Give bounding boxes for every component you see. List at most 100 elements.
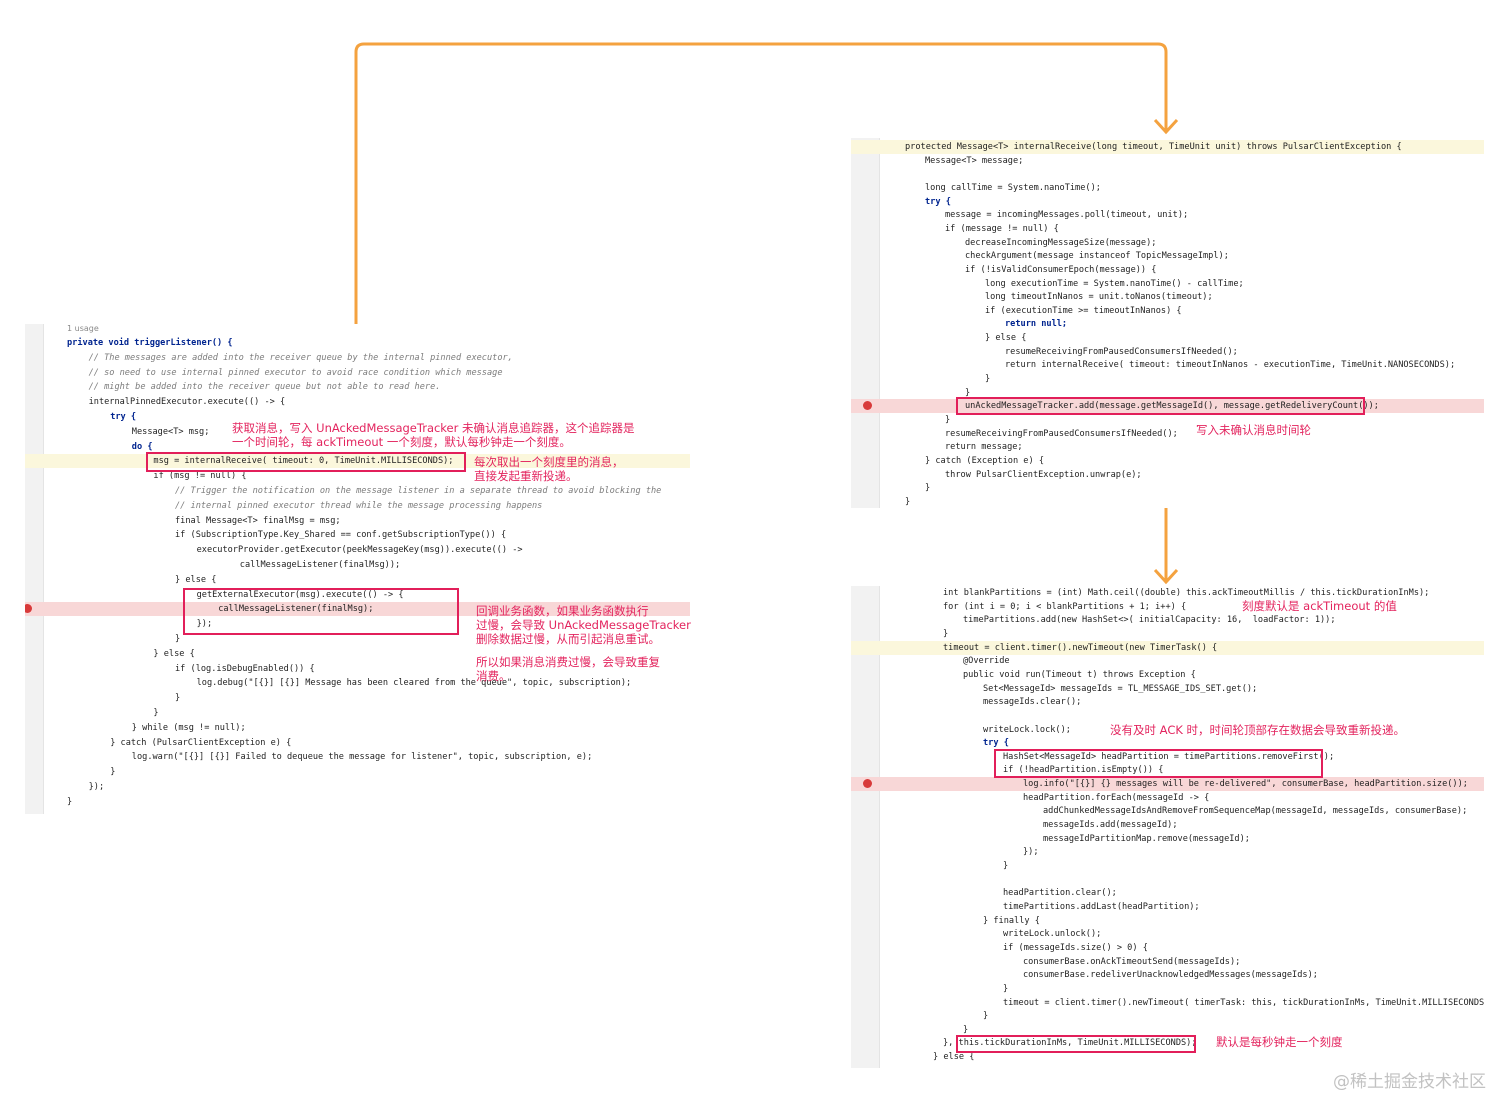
code-line: return internalReceive( timeout: timeout… [851,358,1484,372]
code-line: if (messageIds.size() > 0) { [851,941,1484,955]
breakpoint-icon[interactable] [25,604,32,614]
code-text: } [110,767,116,778]
code-text: messageIds.add(messageId); [1043,820,1178,831]
code-line: if (message != null) { [851,222,1484,236]
box-tick-duration [956,1035,1196,1053]
code-line: } [851,627,1484,641]
code-text: timePartitions.add(new HashSet<>( initia… [963,615,1336,626]
box-head-partition [994,749,1323,778]
code-text: headPartition.forEach(messageId -> { [1023,792,1210,803]
code-line: // The messages are added into the recei… [25,351,690,365]
code-line: private void triggerListener() { [25,336,690,350]
code-line: Set<MessageId> messageIds = TL_MESSAGE_I… [851,682,1484,696]
code-line: } catch (Exception e) { [851,454,1484,468]
breakpoint-icon[interactable] [863,401,872,411]
code-text: } [905,496,911,507]
code-line: // so need to use internal pinned execut… [25,366,690,380]
code-line: } else { [25,573,690,587]
code-line: } [851,481,1484,495]
code-text: Message<T> msg; [131,426,210,437]
code-line: protected Message<T> internalReceive(lon… [851,140,1484,154]
code-text: resumeReceivingFromPausedConsumersIfNeed… [945,428,1178,439]
note-no-ack: 没有及时 ACK 时，时间轮顶部存在数据会导致重新投递。 [1110,723,1406,737]
code-line: } [25,691,690,705]
code-line: } [851,859,1484,873]
code-text: timeout = client.timer().newTimeout(new … [943,642,1218,653]
code-text: consumerBase.onAckTimeoutSend(messageIds… [1023,956,1241,967]
code-text: messageIdPartitionMap.remove(messageId); [1043,833,1250,844]
code-line: } [851,372,1484,386]
code-line: executorProvider.getExecutor(peekMessage… [25,543,690,557]
code-text: if (message != null) { [945,223,1059,234]
code-text: decreaseIncomingMessageSize(message); [965,237,1157,248]
code-text: } else { [175,574,217,585]
code-text: } [1003,983,1009,994]
code-text: private void triggerListener() { [67,338,233,348]
code-text: int blankPartitions = (int) Math.ceil((d… [943,588,1430,598]
note-tick: 每次取出一个刻度里的消息， 直接发起重新投递。 [474,455,624,483]
code-text: if (messageIds.size() > 0) { [1003,942,1148,953]
code-text: if (log.isDebugEnabled()) { [175,663,315,674]
code-line: try { [851,195,1484,209]
code-line: } [851,495,1484,509]
code-text: } [943,628,949,639]
code-text: } [925,483,931,494]
box-internal-receive-call [146,452,466,472]
box-call-message-listener [183,588,459,635]
code-line: resumeReceivingFromPausedConsumersIfNeed… [851,427,1484,441]
code-text: } [945,415,951,425]
code-line: } while (msg != null); [25,721,690,735]
box-unacked-add [956,397,1365,415]
code-text: // so need to use internal pinned execut… [88,367,503,378]
code-text: resumeReceivingFromPausedConsumersIfNeed… [1005,346,1238,357]
code-line: } [851,1009,1484,1023]
code-text: callMessageListener(finalMsg)); [239,560,401,570]
code-text: long executionTime = System.nanoTime() -… [985,278,1244,289]
code-text: }); [88,782,105,792]
code-text: } else { [153,648,195,659]
code-text: }); [1023,847,1039,858]
code-text: } [175,634,181,644]
code-text: if (SubscriptionType.Key_Shared == conf.… [175,530,507,541]
code-line: } [25,706,690,720]
code-line: messageIds.add(messageId); [851,818,1484,832]
code-line: Message<T> message; [851,154,1484,168]
code-line: callMessageListener(finalMsg)); [25,558,690,572]
code-text: internalPinnedExecutor.execute(() -> { [88,397,286,408]
code-text: long callTime = System.nanoTime(); [925,182,1101,193]
code-text: writeLock.unlock(); [1003,929,1102,940]
code-text: } while (msg != null); [131,722,246,733]
code-panel-internal-receive: protected Message<T> internalReceive(lon… [851,138,1484,508]
code-line: long timeoutInNanos = unit.toNanos(timeo… [851,290,1484,304]
code-line: final Message<T> finalMsg = msg; [25,514,690,528]
code-text: checkArgument(message instanceof TopicMe… [965,251,1229,262]
code-line: timePartitions.addLast(headPartition); [851,900,1484,914]
note-per-second: 默认是每秒钟走一个刻度 [1216,1035,1343,1049]
code-line: } catch (PulsarClientException e) { [25,736,690,750]
code-line: } [851,413,1484,427]
code-text: Message<T> message; [925,155,1024,166]
code-line: message = incomingMessages.poll(timeout,… [851,208,1484,222]
code-text: // might be added into the receiver queu… [88,382,441,393]
code-line: writeLock.unlock(); [851,927,1484,941]
code-text: // Trigger the notification on the messa… [175,486,662,496]
breakpoint-icon[interactable] [863,779,872,789]
code-line: @Override [851,654,1484,668]
code-panel-unacked-tracker: int blankPartitions = (int) Math.ceil((d… [851,586,1484,1068]
code-text: timeout = client.timer().newTimeout( tim… [1003,997,1484,1008]
code-text: message = incomingMessages.poll(timeout,… [945,210,1189,221]
code-text: if (executionTime >= timeoutInNanos) { [985,305,1182,316]
note-write-wheel: 写入未确认消息时间轮 [1196,423,1311,437]
code-line: if (SubscriptionType.Key_Shared == conf.… [25,528,690,542]
code-line: } finally { [851,914,1484,928]
code-text: headPartition.clear(); [1003,888,1117,899]
code-line: // internal pinned executor thread while… [25,499,690,513]
code-text: timePartitions.addLast(headPartition); [1003,901,1200,912]
code-line: // Trigger the notification on the messa… [25,484,690,498]
code-line: long executionTime = System.nanoTime() -… [851,277,1484,291]
code-text: return message; [945,442,1023,453]
code-line: int blankPartitions = (int) Math.ceil((d… [851,586,1484,600]
code-text: } [1003,861,1009,871]
usage-hint[interactable]: 1 usage [67,324,99,333]
